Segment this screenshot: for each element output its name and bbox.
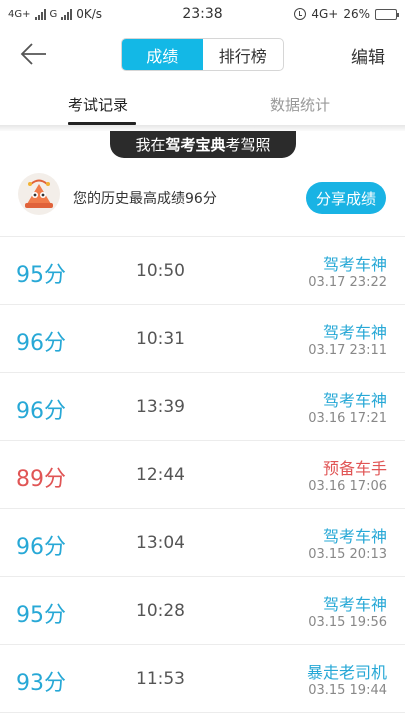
battery-icon	[375, 8, 399, 20]
record-score: 96分	[16, 535, 66, 560]
record-datetime: 03.17 23:22	[308, 275, 387, 290]
record-datetime: 03.16 17:06	[308, 479, 387, 494]
tab-exam-records[interactable]: 考试记录	[68, 94, 128, 115]
network-type-1: 4G+	[8, 8, 31, 20]
exam-records-list: 95分 10:50 驾考车神 03.17 23:22 96分 10:31 驾考车神 03.17…	[0, 237, 405, 713]
record-score: 93分	[16, 671, 66, 696]
record-datetime: 03.15 19:44	[308, 683, 387, 698]
header: 成绩 排行榜 编辑	[0, 28, 405, 80]
record-title: 暴走老司机	[306, 663, 387, 682]
back-button[interactable]	[18, 40, 48, 68]
list-item[interactable]: 96分 10:31 驾考车神 03.17 23:11	[0, 305, 405, 373]
record-duration: 10:50	[136, 261, 185, 281]
edit-button[interactable]: 编辑	[351, 43, 385, 68]
arrow-left-icon	[20, 43, 46, 65]
record-duration: 13:04	[136, 533, 185, 553]
record-duration: 13:39	[136, 397, 185, 417]
mascot-avatar	[18, 173, 60, 215]
list-item[interactable]: 93分 11:53 暴走老司机 03.15 19:44	[0, 645, 405, 713]
alarm-icon	[294, 8, 307, 20]
sub-tabs: 考试记录 数据统计	[0, 84, 405, 125]
record-score: 95分	[16, 603, 66, 628]
list-item[interactable]: 95分 10:28 驾考车神 03.15 19:56	[0, 577, 405, 645]
tab-data-stats[interactable]: 数据统计	[270, 94, 330, 115]
record-score: 95分	[16, 263, 66, 288]
status-bar: 4G+ G 0K/s 23:38 4G+ 26%	[0, 0, 405, 28]
network-type-3: 4G+	[311, 7, 339, 21]
list-item[interactable]: 95分 10:50 驾考车神 03.17 23:22	[0, 237, 405, 305]
record-score: 96分	[16, 331, 66, 356]
record-title: 驾考车神	[322, 323, 387, 342]
record-datetime: 03.17 23:11	[308, 343, 387, 358]
record-title: 驾考车神	[322, 391, 387, 410]
status-left: 4G+ G 0K/s	[8, 7, 102, 21]
record-datetime: 03.16 17:21	[308, 411, 387, 426]
record-title: 驾考车神	[322, 595, 387, 614]
network-type-2: G	[49, 8, 58, 20]
record-title: 驾考车神	[322, 527, 387, 546]
record-duration: 10:31	[136, 329, 185, 349]
banner-suffix: 考驾照	[225, 136, 271, 154]
list-item[interactable]: 96分 13:04 驾考车神 03.15 20:13	[0, 509, 405, 577]
record-score: 89分	[16, 467, 66, 492]
record-duration: 12:44	[136, 465, 185, 485]
tab-leaderboard[interactable]: 排行榜	[203, 39, 284, 70]
share-score-button[interactable]: 分享成绩	[306, 182, 386, 214]
battery-percent: 26%	[343, 7, 370, 21]
record-datetime: 03.15 20:13	[308, 547, 387, 562]
signal-icon	[61, 8, 73, 20]
list-item[interactable]: 89分 12:44 预备车手 03.16 17:06	[0, 441, 405, 509]
record-title: 预备车手	[322, 459, 387, 478]
best-score-row: 您的历史最高成绩96分 分享成绩	[0, 168, 405, 228]
banner-brand: 驾考宝典	[165, 136, 226, 154]
signal-icon	[34, 8, 46, 20]
promo-banner: 我在 驾考宝典 考驾照	[110, 131, 296, 158]
record-datetime: 03.15 19:56	[308, 615, 387, 630]
record-score: 96分	[16, 399, 66, 424]
record-duration: 11:53	[136, 669, 185, 689]
record-duration: 10:28	[136, 601, 185, 621]
network-speed: 0K/s	[76, 7, 103, 21]
list-item[interactable]: 96分 13:39 驾考车神 03.16 17:21	[0, 373, 405, 441]
status-right: 4G+ 26%	[294, 7, 399, 21]
best-score-text: 您的历史最高成绩96分	[73, 191, 217, 207]
banner-prefix: 我在	[135, 136, 166, 154]
segmented-control: 成绩 排行榜	[121, 38, 284, 71]
record-title: 驾考车神	[322, 255, 387, 274]
tab-scores[interactable]: 成绩	[122, 39, 203, 70]
